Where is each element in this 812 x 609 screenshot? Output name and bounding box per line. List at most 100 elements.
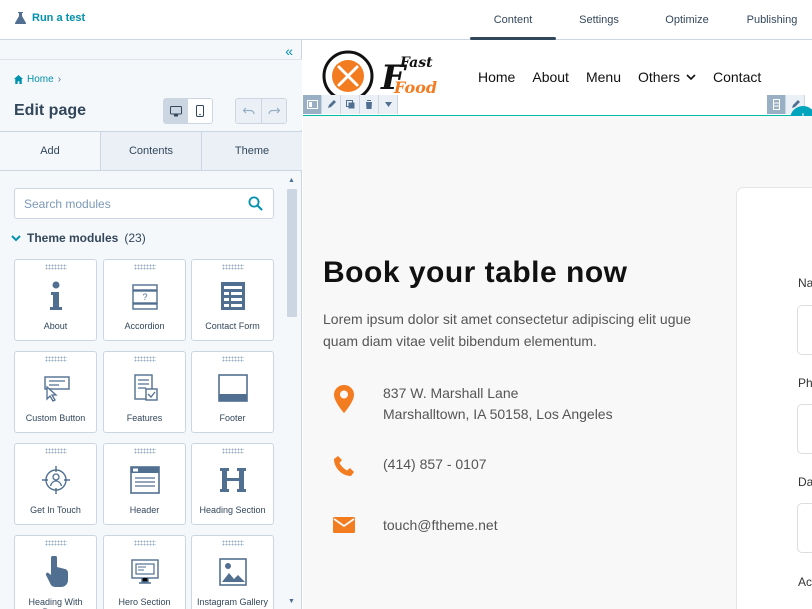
theme-modules-section-toggle[interactable]: Theme modules (23) [11,231,146,245]
scroll-thumb[interactable] [287,189,297,317]
accordion-icon: ? [130,280,160,312]
logo-text-fast: Fast [400,55,433,71]
flask-icon [15,12,26,24]
module-tile-instagram-gallery[interactable]: Instagram Gallery [191,535,274,609]
nav-menu[interactable]: Menu [586,69,621,85]
svg-text:?: ? [142,292,147,302]
drag-handle-icon[interactable] [45,264,67,270]
mobile-view-button[interactable] [188,99,212,123]
tab-settings[interactable]: Settings [556,0,642,40]
tab-optimize[interactable]: Optimize [642,0,732,40]
drag-handle-icon[interactable] [134,448,156,454]
nav-home[interactable]: Home [478,69,515,85]
tab-add[interactable]: Add [0,132,100,170]
module-tile-heading-with-button[interactable]: Heading With Button [14,535,97,609]
desktop-view-button[interactable] [164,99,188,123]
page-title: Edit page [14,102,87,119]
editor-top-bar: Run a test Content Settings Optimize Pub… [0,0,812,40]
tab-settings-label: Settings [579,14,619,26]
undo-button[interactable] [236,99,261,123]
more-options-icon[interactable] [379,95,398,114]
search-modules-input[interactable] [15,189,235,218]
module-tile-heading-section[interactable]: Heading Section [191,443,274,525]
drag-handle-icon[interactable] [134,264,156,270]
undo-icon [242,107,255,115]
tab-theme[interactable]: Theme [201,132,302,170]
address-line-2: Marshalltown, IA 50158, Los Angeles [383,406,613,422]
address-line-1: 837 W. Marshall Lane [383,385,519,401]
breadcrumb[interactable]: Home › [14,74,61,85]
run-a-test-label: Run a test [32,12,86,24]
drag-handle-icon[interactable] [222,264,244,270]
desktop-icon [170,105,182,116]
duplicate-icon[interactable] [341,95,360,114]
hero-monitor-icon [130,556,160,588]
scroll-up-icon[interactable]: ▲ [288,177,295,184]
collapse-sidebar-icon[interactable]: « [285,43,293,59]
module-label: Heading Section [199,505,266,515]
form-input-date[interactable] [797,503,812,553]
site-nav: Home About Menu Others Contact [478,69,778,85]
drag-handle-icon[interactable] [222,540,244,546]
module-tile-custom-button[interactable]: Custom Button [14,351,97,433]
module-tile-header[interactable]: Header [103,443,186,525]
module-tile-get-in-touch[interactable]: Get In Touch [14,443,97,525]
drag-handle-icon[interactable] [45,448,67,454]
nav-about[interactable]: About [532,69,569,85]
form-input-name[interactable] [797,305,812,355]
drag-handle-icon[interactable] [134,356,156,362]
module-type-icon[interactable] [303,95,322,114]
drag-handle-icon[interactable] [45,540,67,546]
tab-contents[interactable]: Contents [100,132,201,170]
booking-section[interactable]: Book your table now Lorem ipsum dolor si… [303,116,812,609]
section-heading: Book your table now [323,256,628,289]
module-tile-hero-section[interactable]: Hero Section [103,535,186,609]
module-tile-features[interactable]: Features [103,351,186,433]
sidebar-scrollbar[interactable]: ▲ ▼ [285,175,299,609]
breadcrumb-home[interactable]: Home [27,74,54,85]
module-label: About [43,321,68,331]
form-icon [218,280,248,312]
tab-publishing[interactable]: Publishing [732,0,812,40]
module-label: Contact Form [205,321,260,331]
module-label: Custom Button [25,413,86,423]
drag-handle-icon[interactable] [134,540,156,546]
module-label: Get In Touch [30,505,81,515]
email-address: touch@ftheme.net [383,517,498,533]
run-a-test-button[interactable]: Run a test [15,12,85,24]
section-type-icon[interactable] [767,95,786,114]
form-input-phone[interactable] [797,404,812,454]
tab-content-label: Content [493,14,533,26]
module-edit-toolbar [303,95,398,115]
delete-icon[interactable] [360,95,379,114]
drag-handle-icon[interactable] [222,356,244,362]
redo-icon [268,107,280,115]
module-tile-accordion[interactable]: ? Accordion [103,259,186,341]
module-label: Features [126,413,163,423]
drag-handle-icon[interactable] [222,448,244,454]
form-label-additional: Ac [798,575,812,589]
header-icon [130,464,160,496]
search-icon[interactable] [248,196,263,211]
chevron-down-icon [686,73,696,80]
form-label-name: Na [798,276,812,290]
sidebar-tabs: Add Contents Theme [0,131,302,171]
drag-handle-icon[interactable] [45,356,67,362]
module-tile-about[interactable]: About [14,259,97,341]
page-preview: F Fast Food Home About Menu Others Conta… [303,40,812,609]
module-label: Header [129,505,160,515]
heading-h-icon [218,464,248,496]
redo-button[interactable] [261,99,286,123]
nav-others-label: Others [637,69,680,85]
edit-pencil-icon[interactable] [322,95,341,114]
envelope-icon [323,515,365,533]
module-label: Accordion [124,321,165,331]
tab-content[interactable]: Content [470,0,556,40]
nav-contact[interactable]: Contact [713,69,761,85]
module-label: Heading With Button [28,597,83,609]
module-tile-contact-form[interactable]: Contact Form [191,259,274,341]
nav-others[interactable]: Others [638,69,696,85]
scroll-down-icon[interactable]: ▼ [288,598,295,605]
module-tile-footer[interactable]: Footer [191,351,274,433]
address-row: 837 W. Marshall Lane Marshalltown, IA 501… [323,383,613,425]
